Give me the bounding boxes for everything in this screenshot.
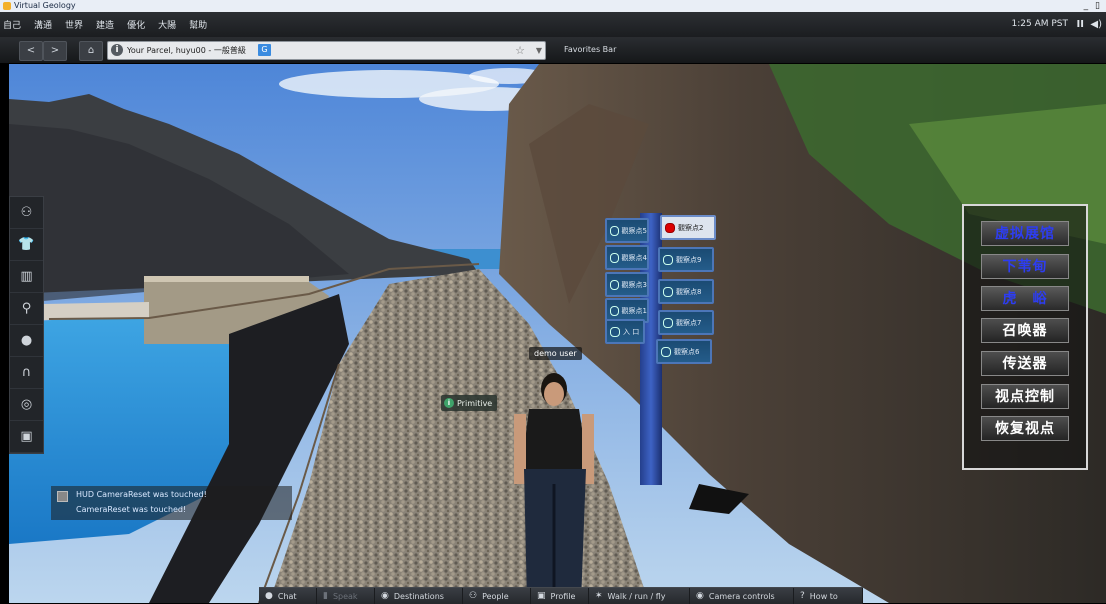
voice-icon[interactable]: ◎ <box>10 389 43 421</box>
rating-badge: G <box>258 44 271 56</box>
favorite-star-icon[interactable]: ☆ <box>515 42 525 59</box>
navigation-bar: < > ⌂ i Your Parcel, huyu00 - 一般普級 G ☆ ▼… <box>0 37 1106 64</box>
microphone-icon: ▮ <box>323 591 328 601</box>
hud-reset-view-button[interactable]: 恢复视点 <box>981 416 1069 441</box>
bottom-toolbar: ● Chat ▮ Speak ◉ Destinations ⚇ People ▣ Prof… <box>259 587 863 604</box>
pause-icon[interactable]: II <box>1077 12 1084 37</box>
hud-teleporter-button[interactable]: 传送器 <box>981 351 1069 376</box>
menu-help[interactable]: 幫助 <box>189 18 207 31</box>
headphones-icon[interactable]: ∩ <box>10 357 43 389</box>
home-button[interactable]: ⌂ <box>79 41 103 61</box>
how-to-button[interactable]: ? How to <box>794 588 863 604</box>
speak-label: Speak <box>332 591 358 601</box>
camera-label: Camera controls <box>708 591 775 601</box>
map-pin-icon: ◉ <box>381 591 389 601</box>
sign-label: 觀察点7 <box>676 318 702 327</box>
sign-plank-right[interactable]: 觀察点8 <box>658 279 714 304</box>
walk-label: Walk / run / fly <box>607 591 666 601</box>
walking-icon: ✶ <box>595 591 603 601</box>
people-label: People <box>482 591 509 601</box>
info-icon[interactable]: i <box>111 44 123 56</box>
people-button[interactable]: ⚇ People <box>463 588 531 604</box>
avatar-icon[interactable]: ● <box>10 325 43 357</box>
menu-build[interactable]: 建造 <box>96 18 114 31</box>
profile-button[interactable]: ▣ Profile <box>531 588 589 604</box>
sign-label: 觀察点9 <box>676 255 702 264</box>
sign-label: 觀察点1 <box>621 306 647 315</box>
sign-plank-left[interactable]: 觀察点3 <box>605 272 649 297</box>
sign-label: 觀察点8 <box>676 287 702 296</box>
hud-panel: 虚拟展馆 下苇甸 虎 峪 召唤器 传送器 视点控制 恢复视点 <box>962 204 1088 470</box>
walk-run-fly-button[interactable]: ✶ Walk / run / fly <box>589 588 690 604</box>
menu-advanced[interactable]: 優化 <box>127 18 145 31</box>
favorites-bar[interactable]: Favorites Bar <box>564 41 616 59</box>
search-icon[interactable]: ⚲ <box>10 293 43 325</box>
forward-button[interactable]: > <box>43 41 67 61</box>
sign-label: 入 口 <box>623 327 640 336</box>
clock: 1:25 AM PST <box>1011 19 1069 29</box>
people-icon[interactable]: ⚇ <box>10 197 43 229</box>
scene-render <box>9 64 1106 603</box>
avatar-nametag: demo user <box>529 347 582 360</box>
sign-plank-left[interactable]: 觀察点5 <box>605 218 649 243</box>
destinations-label: Destinations <box>393 591 444 601</box>
location-bar[interactable]: i Your Parcel, huyu00 - 一般普級 G ☆ ▼ <box>107 41 546 60</box>
inventory-icon[interactable]: ▥ <box>10 261 43 293</box>
chat-bubble-icon: ● <box>265 591 273 601</box>
destinations-button[interactable]: ◉ Destinations <box>375 588 463 604</box>
hud-summoner-button[interactable]: 召唤器 <box>981 318 1069 343</box>
parcel-name: Your Parcel, huyu00 - 一般普級 <box>127 46 246 55</box>
primitive-hover-tip[interactable]: i Primitive <box>441 395 498 411</box>
sign-label: 觀察点4 <box>621 253 647 262</box>
menu-develop[interactable]: 大陽 <box>158 18 176 31</box>
profile-label: Profile <box>550 591 576 601</box>
left-toolbar: ⚇ 👕 ▥ ⚲ ● ∩ ◎ ▣ <box>9 196 44 454</box>
object-icon <box>57 491 68 502</box>
window-title: Virtual Geology <box>14 1 76 10</box>
menu-world[interactable]: 世界 <box>65 18 83 31</box>
snapshot-icon[interactable]: ▣ <box>10 421 43 453</box>
menu-me[interactable]: 自己 <box>3 18 21 31</box>
hud-virtual-museum-button[interactable]: 虚拟展馆 <box>981 221 1069 246</box>
primitive-label: Primitive <box>457 398 493 408</box>
chat-line: CameraReset was touched! <box>76 505 187 514</box>
howto-label: How to <box>809 591 838 601</box>
hud-view-control-button[interactable]: 视点控制 <box>981 384 1069 409</box>
people-icon: ⚇ <box>469 591 478 601</box>
sign-plank-right[interactable]: 觀察点9 <box>658 247 714 272</box>
menu-list: 自己 溝通 世界 建造 優化 大陽 幫助 <box>3 12 220 37</box>
profile-icon: ▣ <box>537 591 546 601</box>
sign-plank-right[interactable]: 觀察点2 <box>660 215 716 240</box>
nearby-chat-toast: HUD CameraReset was touched! CameraReset… <box>51 486 292 520</box>
eye-icon: ◉ <box>696 591 704 601</box>
sign-plank-left[interactable]: 入 口 <box>605 319 645 344</box>
chevron-down-icon[interactable]: ▼ <box>536 42 542 59</box>
window-controls[interactable]: _ ▯ <box>1084 0 1102 12</box>
sign-plank-left[interactable]: 觀察点4 <box>605 245 649 270</box>
back-button[interactable]: < <box>19 41 43 61</box>
volume-icon[interactable]: ◀) <box>1090 12 1102 37</box>
sign-label: 觀察点6 <box>674 347 700 356</box>
chat-button[interactable]: ● Chat <box>259 588 317 604</box>
info-icon: i <box>444 398 454 408</box>
shirt-icon[interactable]: 👕 <box>10 229 43 261</box>
help-icon: ? <box>800 591 805 601</box>
sign-plank-right[interactable]: 觀察点7 <box>658 310 714 335</box>
sign-label: 觀察点5 <box>621 226 647 235</box>
3d-viewport[interactable] <box>9 64 1106 603</box>
chat-label: Chat <box>277 591 297 601</box>
sign-label: 觀察点3 <box>621 280 647 289</box>
chat-line: HUD CameraReset was touched! <box>76 490 207 499</box>
app-logo-icon <box>3 2 11 10</box>
camera-controls-button[interactable]: ◉ Camera controls <box>690 588 794 604</box>
sign-plank-right[interactable]: 觀察点6 <box>656 339 712 364</box>
speak-button[interactable]: ▮ Speak <box>317 588 375 604</box>
hud-huyu-button[interactable]: 虎 峪 <box>981 286 1069 311</box>
hud-xiaweidian-button[interactable]: 下苇甸 <box>981 254 1069 279</box>
menu-communicate[interactable]: 溝通 <box>34 18 52 31</box>
sign-label: 觀察点2 <box>678 223 704 232</box>
menu-bar: 自己 溝通 世界 建造 優化 大陽 幫助 1:25 AM PST II ◀) <box>0 12 1106 37</box>
